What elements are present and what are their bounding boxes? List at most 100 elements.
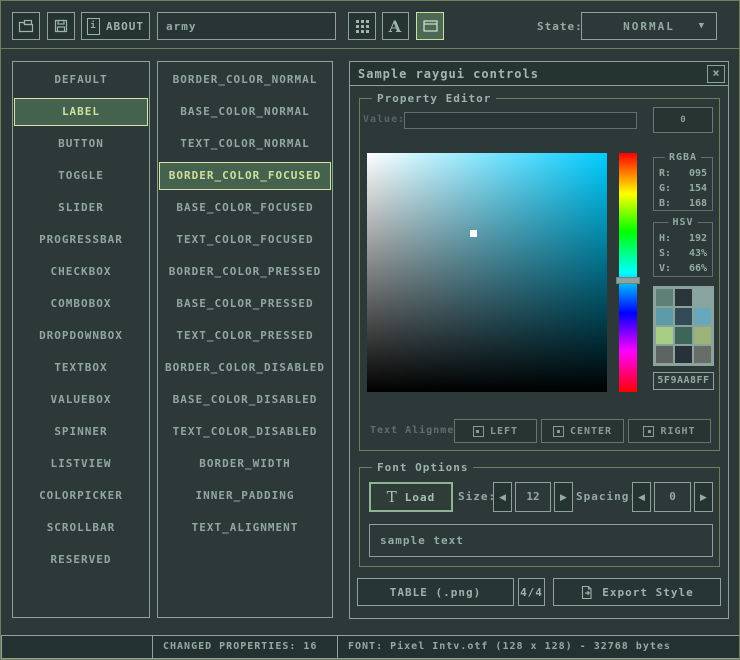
list-item-border_color_focused[interactable]: BORDER_COLOR_FOCUSED <box>159 162 331 190</box>
list-item-border_color_normal[interactable]: BORDER_COLOR_NORMAL <box>159 66 331 94</box>
font-view-button[interactable]: A <box>382 12 409 40</box>
spacing-increase-button[interactable]: ▶ <box>694 482 713 512</box>
color-swatch[interactable] <box>694 289 711 306</box>
list-item-inner_padding[interactable]: INNER_PADDING <box>159 482 331 510</box>
arrow-right-icon: ▶ <box>700 492 707 503</box>
align-center-button[interactable]: CENTER <box>541 419 624 443</box>
list-item-base_color_focused[interactable]: BASE_COLOR_FOCUSED <box>159 194 331 222</box>
list-item-progressbar[interactable]: PROGRESSBAR <box>14 226 148 254</box>
list-item-slider[interactable]: SLIDER <box>14 194 148 222</box>
sample-text-input[interactable]: sample text <box>369 524 713 557</box>
export-format-button[interactable]: TABLE (.png) <box>357 578 514 606</box>
align-center-icon <box>553 426 564 437</box>
list-item-dropdownbox[interactable]: DROPDOWNBOX <box>14 322 148 350</box>
list-item-textbox[interactable]: TEXTBOX <box>14 354 148 382</box>
list-item-border_width[interactable]: BORDER_WIDTH <box>159 450 331 478</box>
list-item-reserved[interactable]: RESERVED <box>14 546 148 574</box>
color-cursor[interactable] <box>470 230 477 237</box>
sample-controls-window: Sample raygui controls × Property Editor… <box>349 61 729 619</box>
spacing-label: Spacing: <box>576 482 637 512</box>
align-right-icon <box>643 426 654 437</box>
arrow-left-icon: ◀ <box>638 492 645 503</box>
list-item-base_color_disabled[interactable]: BASE_COLOR_DISABLED <box>159 386 331 414</box>
value-reset-button[interactable]: 0 <box>653 107 713 133</box>
grid-icon <box>356 20 369 33</box>
color-swatch[interactable] <box>675 346 692 363</box>
saturation-value-panel[interactable] <box>367 153 607 392</box>
color-swatch[interactable] <box>656 289 673 306</box>
list-item-toggle[interactable]: TOGGLE <box>14 162 148 190</box>
list-item-border_color_pressed[interactable]: BORDER_COLOR_PRESSED <box>159 258 331 286</box>
state-dropdown-value: NORMAL <box>623 20 675 33</box>
status-font-info: FONT: Pixel Intv.otf (128 x 128) - 32768… <box>337 635 740 659</box>
list-item-scrollbar[interactable]: SCROLLBAR <box>14 514 148 542</box>
list-item-text_color_disabled[interactable]: TEXT_COLOR_DISABLED <box>159 418 331 446</box>
text-alignment-label: Text Alignme <box>370 419 454 443</box>
color-swatch[interactable] <box>694 346 711 363</box>
color-swatch[interactable] <box>694 327 711 344</box>
size-decrease-button[interactable]: ◀ <box>493 482 512 512</box>
about-button[interactable]: i ABOUT <box>81 12 150 40</box>
color-swatch[interactable] <box>675 327 692 344</box>
list-item-base_color_pressed[interactable]: BASE_COLOR_PRESSED <box>159 290 331 318</box>
list-item-text_color_normal[interactable]: TEXT_COLOR_NORMAL <box>159 130 331 158</box>
hsv-group-label: HSV <box>668 217 697 228</box>
export-style-button-label: Export Style <box>602 586 693 599</box>
size-value-box[interactable]: 12 <box>515 482 551 512</box>
export-style-button[interactable]: Export Style <box>553 578 721 606</box>
text-t-icon: T <box>387 488 398 506</box>
window-titlebar[interactable]: Sample raygui controls × <box>350 62 728 86</box>
value-label: Value: <box>363 113 405 126</box>
list-item-spinner[interactable]: SPINNER <box>14 418 148 446</box>
load-font-button[interactable]: T Load <box>369 482 453 512</box>
controls-view-button[interactable] <box>416 12 444 40</box>
list-item-text_color_focused[interactable]: TEXT_COLOR_FOCUSED <box>159 226 331 254</box>
list-item-border_color_disabled[interactable]: BORDER_COLOR_DISABLED <box>159 354 331 382</box>
hex-value-box[interactable]: 5F9AA8FF <box>653 372 714 390</box>
list-item-text_color_pressed[interactable]: TEXT_COLOR_PRESSED <box>159 322 331 350</box>
hue-slider-handle[interactable] <box>616 277 640 284</box>
list-item-checkbox[interactable]: CHECKBOX <box>14 258 148 286</box>
color-swatch[interactable] <box>656 346 673 363</box>
export-format-counter[interactable]: 4/4 <box>518 578 545 606</box>
hue-bar[interactable] <box>619 153 637 392</box>
list-item-text_alignment[interactable]: TEXT_ALIGNMENT <box>159 514 331 542</box>
align-left-button[interactable]: LEFT <box>454 419 537 443</box>
status-changed-properties: CHANGED PROPERTIES: 16 <box>152 635 338 659</box>
value-input[interactable] <box>404 112 637 129</box>
new-style-button[interactable] <box>12 12 40 40</box>
window-title: Sample raygui controls <box>358 67 539 81</box>
color-swatch[interactable] <box>656 308 673 325</box>
list-item-default[interactable]: DEFAULT <box>14 66 148 94</box>
list-item-combobox[interactable]: COMBOBOX <box>14 290 148 318</box>
color-swatch[interactable] <box>675 289 692 306</box>
spacing-decrease-button[interactable]: ◀ <box>632 482 651 512</box>
controls-list[interactable]: DEFAULT LABEL BUTTON TOGGLE SLIDER PROGRESSBA… <box>12 61 150 618</box>
size-increase-button[interactable]: ▶ <box>554 482 573 512</box>
close-icon[interactable]: × <box>707 65 725 83</box>
style-name-input[interactable] <box>157 12 336 40</box>
list-item-base_color_normal[interactable]: BASE_COLOR_NORMAL <box>159 98 331 126</box>
color-swatch[interactable] <box>675 308 692 325</box>
align-right-button[interactable]: RIGHT <box>628 419 711 443</box>
property-editor-group: Property Editor Value: 0 RGBA R:095G:154… <box>359 98 720 451</box>
load-font-button-label: Load <box>405 491 436 504</box>
list-item-valuebox[interactable]: VALUEBOX <box>14 386 148 414</box>
spacing-value-box[interactable]: 0 <box>654 482 691 512</box>
about-button-label: ABOUT <box>106 20 144 33</box>
list-item-colorpicker[interactable]: COLORPICKER <box>14 482 148 510</box>
list-item-button[interactable]: BUTTON <box>14 130 148 158</box>
value-row: V:66% <box>654 261 712 276</box>
color-swatch[interactable] <box>694 308 711 325</box>
list-item-listview[interactable]: LISTVIEW <box>14 450 148 478</box>
save-style-button[interactable] <box>47 12 75 40</box>
style-table-view-button[interactable] <box>348 12 376 40</box>
value-row: G:154 <box>654 181 712 196</box>
export-icon <box>580 585 595 600</box>
state-dropdown[interactable]: NORMAL ▼ <box>581 12 717 40</box>
arrow-right-icon: ▶ <box>560 492 567 503</box>
list-item-label[interactable]: LABEL <box>14 98 148 126</box>
rgba-group-label: RGBA <box>665 152 701 163</box>
color-swatch[interactable] <box>656 327 673 344</box>
properties-list[interactable]: BORDER_COLOR_NORMAL BASE_COLOR_NORMAL TEXT… <box>157 61 333 618</box>
